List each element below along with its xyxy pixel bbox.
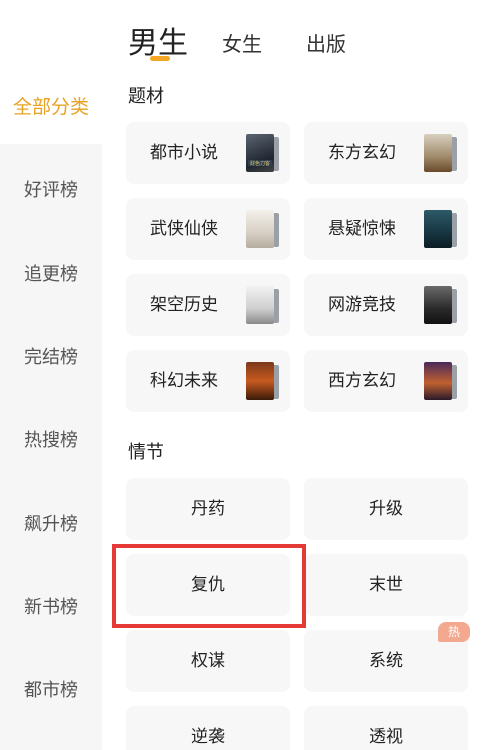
section-title-theme: 题材 — [128, 86, 164, 107]
theme-label: 东方玄幻 — [328, 143, 396, 163]
hot-badge: 热 — [438, 622, 470, 642]
book-cover-image — [244, 210, 279, 248]
plot-card-counterattack[interactable]: 逆袭 — [126, 706, 290, 750]
sidebar-item-new-books[interactable]: 新书榜 — [0, 593, 102, 619]
sidebar-item-urban[interactable]: 都市榜 — [0, 676, 102, 702]
plot-card-pill[interactable]: 丹药 — [126, 478, 290, 540]
plot-card-system[interactable]: 系统 热 — [304, 622, 470, 692]
sidebar-item-rising[interactable]: 飙升榜 — [0, 510, 102, 536]
plot-label: 升级 — [369, 499, 403, 519]
active-tab-indicator — [150, 56, 170, 61]
book-cover-image — [422, 210, 457, 248]
plot-label: 权谋 — [191, 651, 225, 671]
sidebar-item-top-rated[interactable]: 好评榜 — [0, 176, 102, 202]
plot-card-xray[interactable]: 透视 — [304, 706, 468, 750]
tab-female[interactable]: 女生 — [222, 28, 262, 57]
plot-label: 逆袭 — [191, 727, 225, 747]
theme-card-western-fantasy[interactable]: 西方玄幻 — [304, 350, 468, 412]
theme-label: 都市小说 — [150, 143, 218, 163]
tab-publish[interactable]: 出版 — [306, 28, 346, 57]
theme-label: 悬疑惊悚 — [328, 219, 396, 239]
theme-card-wuxia[interactable]: 武侠仙侠 — [126, 198, 290, 260]
theme-card-suspense[interactable]: 悬疑惊悚 — [304, 198, 468, 260]
sidebar-item-follow[interactable]: 追更榜 — [0, 260, 102, 286]
svg-text:财色刀客: 财色刀客 — [250, 160, 270, 167]
plot-card-scheming[interactable]: 权谋 — [126, 630, 290, 692]
theme-label: 网游竞技 — [328, 295, 396, 315]
sidebar-item-all[interactable]: 全部分类 — [0, 70, 102, 144]
book-cover-image — [244, 286, 279, 324]
theme-card-urban[interactable]: 都市小说 财色刀客 — [126, 122, 290, 184]
highlight-box — [112, 544, 306, 628]
category-main: 题材 都市小说 财色刀客 东方玄幻 武侠仙侠 悬疑惊悚 架空历史 网游竞技 科幻… — [102, 70, 483, 750]
theme-label: 架空历史 — [150, 295, 218, 315]
plot-card-apocalypse[interactable]: 末世 — [304, 554, 468, 616]
theme-card-scifi[interactable]: 科幻未来 — [126, 350, 290, 412]
theme-card-alt-history[interactable]: 架空历史 — [126, 274, 290, 336]
section-title-plot: 情节 — [128, 442, 164, 463]
plot-label: 透视 — [369, 727, 403, 747]
theme-label: 西方玄幻 — [328, 371, 396, 391]
plot-label: 丹药 — [191, 499, 225, 519]
theme-label: 武侠仙侠 — [150, 219, 218, 239]
book-cover-image — [422, 286, 457, 324]
book-cover-image — [244, 362, 279, 400]
sidebar-item-hot-search[interactable]: 热搜榜 — [0, 426, 102, 452]
book-cover-image — [422, 134, 457, 172]
plot-label: 末世 — [369, 575, 403, 595]
theme-label: 科幻未来 — [150, 371, 218, 391]
theme-card-gaming[interactable]: 网游竞技 — [304, 274, 468, 336]
top-tabs: 男生 女生 出版 — [0, 0, 483, 72]
book-cover-image — [422, 362, 457, 400]
category-sidebar: 全部分类 好评榜 追更榜 完结榜 热搜榜 飙升榜 新书榜 都市榜 — [0, 70, 102, 750]
plot-card-level-up[interactable]: 升级 — [304, 478, 468, 540]
sidebar-item-completed[interactable]: 完结榜 — [0, 343, 102, 369]
book-cover-image: 财色刀客 — [244, 134, 279, 172]
theme-card-eastern-fantasy[interactable]: 东方玄幻 — [304, 122, 468, 184]
